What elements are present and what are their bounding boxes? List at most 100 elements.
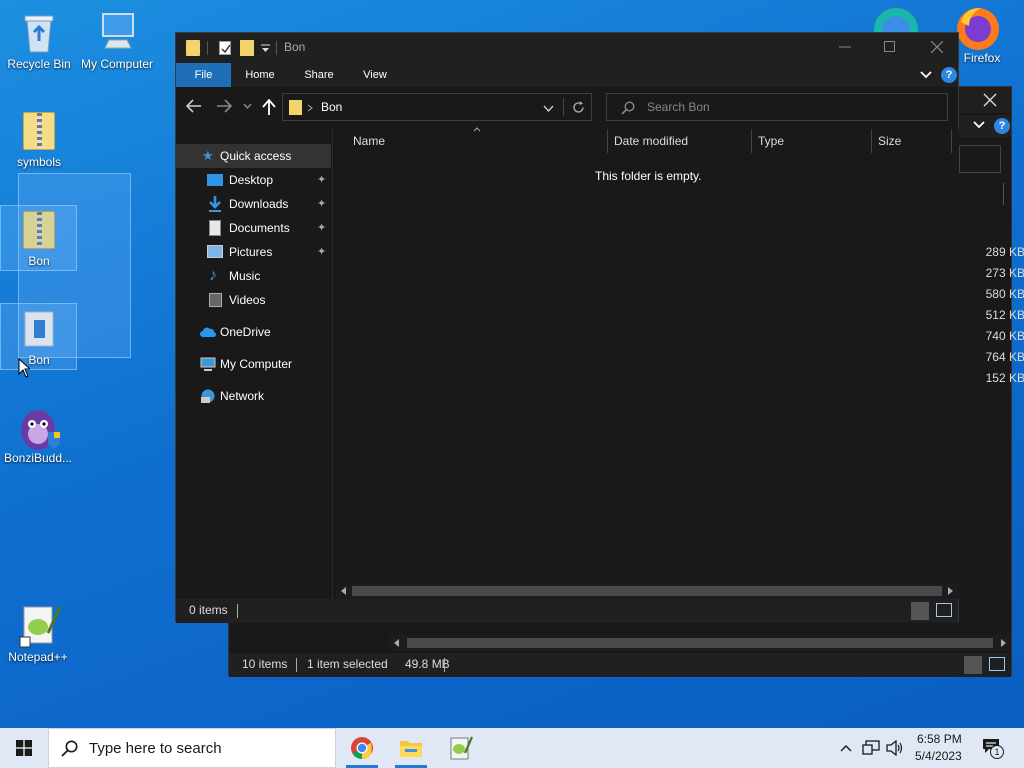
clock-date[interactable]: 5/4/2023 xyxy=(915,749,962,763)
nav-item-videos[interactable]: Videos xyxy=(176,288,331,312)
address-dropdown-icon[interactable] xyxy=(543,105,554,112)
nav-my-computer[interactable]: My Computer xyxy=(176,352,331,376)
nav-label: Desktop xyxy=(229,173,274,187)
taskbar-app-file-explorer[interactable] xyxy=(387,728,435,768)
title-bar[interactable]: Bon xyxy=(176,33,958,63)
large-icons-view-icon[interactable] xyxy=(989,657,1005,671)
scrollbar-thumb[interactable] xyxy=(407,638,993,648)
column-separator[interactable] xyxy=(871,129,872,153)
pin-icon[interactable]: ✦ xyxy=(317,192,326,216)
desktop-icon-label: Bon xyxy=(28,353,50,367)
bg-search-box[interactable] xyxy=(959,145,1001,173)
nav-item-desktop[interactable]: Desktop ✦ xyxy=(176,168,331,192)
desktop-icon-label: Notepad++ xyxy=(8,650,68,664)
taskbar-app-notepadpp[interactable] xyxy=(436,728,484,768)
customize-qat-icon[interactable] xyxy=(261,44,270,53)
taskbar-app-chrome[interactable] xyxy=(338,728,386,768)
tab-share[interactable]: Share xyxy=(294,63,344,87)
volume-icon[interactable] xyxy=(886,740,904,756)
desktop-icon-bon-zip[interactable]: Bon xyxy=(1,207,77,268)
nav-network[interactable]: Network xyxy=(176,384,331,408)
scroll-right-icon[interactable] xyxy=(946,587,954,595)
nav-item-documents[interactable]: Documents ✦ xyxy=(176,216,331,240)
back-arrow-icon[interactable] xyxy=(186,99,202,113)
address-bar[interactable]: Bon xyxy=(282,93,592,121)
nav-quick-access[interactable]: ★ Quick access xyxy=(176,144,331,168)
mouse-cursor-icon xyxy=(18,358,30,378)
status-item-count: 10 items xyxy=(242,657,288,671)
close-icon[interactable] xyxy=(983,93,997,107)
column-header-type[interactable]: Type xyxy=(758,129,784,153)
close-icon[interactable] xyxy=(931,41,943,53)
column-separator[interactable] xyxy=(607,129,608,153)
minimize-icon[interactable] xyxy=(839,46,851,48)
bg-horizontal-scrollbar[interactable] xyxy=(389,635,1011,651)
show-hidden-icons-chevron-icon[interactable] xyxy=(840,744,852,752)
folder-icon xyxy=(289,100,302,115)
details-view-icon[interactable] xyxy=(964,656,982,674)
nav-label: Music xyxy=(229,269,261,283)
nav-item-music[interactable]: ♪ Music xyxy=(176,264,331,288)
details-view-icon[interactable] xyxy=(911,602,929,620)
notepadpp-icon xyxy=(18,603,62,648)
search-box[interactable]: Search Bon xyxy=(606,93,948,121)
scroll-left-icon[interactable] xyxy=(340,587,348,595)
network-status-icon[interactable] xyxy=(862,740,880,756)
tab-home[interactable]: Home xyxy=(236,63,284,87)
search-placeholder: Search Bon xyxy=(647,100,710,114)
desktop-icon-symbols[interactable]: symbols xyxy=(1,108,77,169)
tab-file[interactable]: File xyxy=(176,63,231,87)
forward-arrow-icon[interactable] xyxy=(216,99,232,113)
pictures-icon xyxy=(207,245,223,258)
size-cell: 580 KB xyxy=(985,287,1024,301)
status-bar: 0 items xyxy=(176,599,958,623)
breadcrumb-chevron-icon[interactable] xyxy=(307,104,313,112)
scroll-left-icon[interactable] xyxy=(393,639,401,647)
nav-item-pictures[interactable]: Pictures ✦ xyxy=(176,240,331,264)
notification-center-button[interactable]: 1 xyxy=(980,737,1010,761)
windows-start-icon[interactable] xyxy=(16,740,32,756)
navigation-pane: ★ Quick access Desktop ✦ Downloads ✦ Doc… xyxy=(176,131,332,599)
desktop-icon-my-computer[interactable]: My Computer xyxy=(79,10,155,71)
horizontal-scrollbar[interactable] xyxy=(336,583,958,599)
nav-onedrive[interactable]: OneDrive xyxy=(176,320,331,344)
desktop-icon-bonzibuddy[interactable]: BonziBudd... xyxy=(0,404,76,465)
refresh-icon[interactable] xyxy=(572,101,585,114)
tab-view[interactable]: View xyxy=(350,63,400,87)
column-header-name[interactable]: Name xyxy=(353,129,385,153)
explorer-window[interactable]: Bon File Home Share View ? Bon Search Bo… xyxy=(175,32,959,623)
chevron-down-icon[interactable] xyxy=(973,120,985,130)
scroll-right-icon[interactable] xyxy=(999,639,1007,647)
column-separator[interactable] xyxy=(751,129,752,153)
column-separator[interactable] xyxy=(951,129,952,153)
clock-time[interactable]: 6:58 PM xyxy=(917,732,962,746)
ribbon-expand-icon[interactable] xyxy=(920,70,932,80)
column-header-size[interactable]: Size xyxy=(878,129,901,153)
desktop-icon-recycle-bin[interactable]: Recycle Bin xyxy=(1,10,77,71)
status-divider xyxy=(237,604,238,618)
nav-label: Pictures xyxy=(229,245,273,259)
pin-icon[interactable]: ✦ xyxy=(317,216,326,240)
new-folder-icon[interactable] xyxy=(240,40,254,56)
pin-icon[interactable]: ✦ xyxy=(317,168,326,192)
help-icon[interactable]: ? xyxy=(941,67,957,83)
up-arrow-icon[interactable] xyxy=(262,99,276,115)
scrollbar-thumb[interactable] xyxy=(352,586,942,596)
nav-label: Downloads xyxy=(229,197,289,211)
desktop-icon-notepadpp[interactable]: Notepad++ xyxy=(0,603,76,664)
documents-icon xyxy=(209,220,221,236)
maximize-icon[interactable] xyxy=(884,41,895,52)
properties-icon[interactable] xyxy=(219,41,231,55)
taskbar-search-box[interactable]: Type here to search xyxy=(48,728,336,768)
help-icon[interactable]: ? xyxy=(994,118,1010,134)
desktop-icon-bon-folder[interactable]: Bon xyxy=(1,306,77,367)
file-list[interactable] xyxy=(333,129,959,599)
large-icons-view-icon[interactable] xyxy=(936,603,952,617)
pin-icon[interactable]: ✦ xyxy=(317,240,326,264)
recent-locations-icon[interactable] xyxy=(243,103,252,109)
desktop-icon-label: BonziBudd... xyxy=(3,451,73,465)
nav-item-downloads[interactable]: Downloads ✦ xyxy=(176,192,331,216)
status-divider xyxy=(296,658,297,672)
column-header-date-modified[interactable]: Date modified xyxy=(614,129,688,153)
breadcrumb-current[interactable]: Bon xyxy=(321,100,342,114)
